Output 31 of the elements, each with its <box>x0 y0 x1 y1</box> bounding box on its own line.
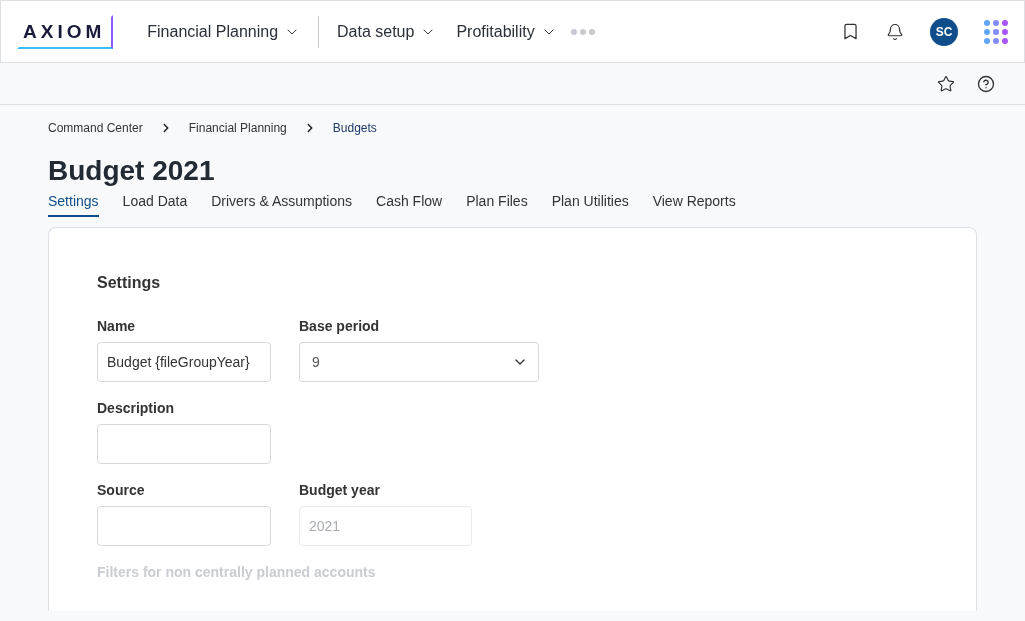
tab[interactable]: Plan Files <box>466 189 528 217</box>
tab[interactable]: View Reports <box>652 189 736 217</box>
star-icon[interactable] <box>937 74 955 93</box>
field-label: Base period <box>299 318 381 334</box>
help-icon[interactable] <box>977 74 995 93</box>
field-label: Description <box>97 400 175 416</box>
input-field[interactable] <box>97 506 271 546</box>
field-label: Source <box>97 482 146 498</box>
page-title: Budget 2021 <box>48 155 216 187</box>
app-grid-icon[interactable] <box>984 19 1008 44</box>
nav-menu[interactable]: Financial Planning <box>137 22 311 41</box>
bookmark-icon[interactable] <box>841 22 860 41</box>
tab[interactable]: Plan Utilities <box>551 189 629 217</box>
tab[interactable]: Settings <box>48 189 99 217</box>
axiom-logo[interactable]: AXIOM <box>17 14 114 49</box>
user-avatar[interactable]: SC <box>930 17 958 46</box>
input-field[interactable]: Budget {fileGroupYear} <box>97 342 271 382</box>
nav-menu[interactable]: Data setup <box>327 22 447 41</box>
tab[interactable]: Drivers & Assumptions <box>211 189 353 217</box>
section-heading: Settings <box>97 274 162 292</box>
nav-menu[interactable]: Profitability <box>446 22 567 41</box>
tab[interactable]: Cash Flow <box>376 189 443 217</box>
input-field[interactable] <box>97 424 271 464</box>
field-label: Name <box>97 318 137 334</box>
breadcrumb-link[interactable]: Financial Planning <box>188 121 287 135</box>
bell-icon[interactable] <box>886 22 904 41</box>
breadcrumb-link[interactable]: Command Center <box>48 121 143 135</box>
breadcrumb-link[interactable]: Budgets <box>332 121 377 135</box>
tab[interactable]: Load Data <box>122 189 188 217</box>
select-field[interactable]: 9 <box>299 342 539 382</box>
field-label: Budget year <box>299 482 381 498</box>
